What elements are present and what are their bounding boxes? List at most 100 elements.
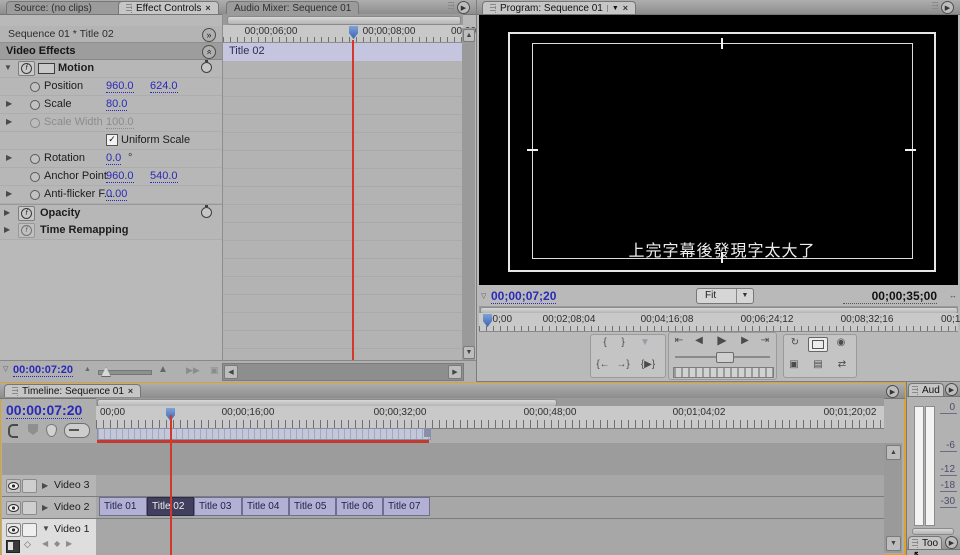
- output-button[interactable]: ◉: [834, 337, 848, 349]
- track-output-toggle[interactable]: [6, 479, 21, 493]
- next-keyframe-icon[interactable]: ▶: [66, 539, 72, 548]
- show-hide-timeline-icon[interactable]: »: [202, 28, 216, 42]
- ec-vscrollbar[interactable]: ▲ ▼: [462, 28, 475, 360]
- clip-title-07[interactable]: Title 07: [383, 497, 430, 516]
- program-ruler[interactable]: 00;00 00;02;08;04 00;04;16;08 00;06;24;1…: [479, 313, 958, 332]
- jog-disk[interactable]: [673, 367, 774, 378]
- track-content-video2[interactable]: Title 01 Title 02 Title 03 Title 04 Titl…: [96, 497, 884, 519]
- twirl-closed-icon[interactable]: ▶: [4, 225, 10, 234]
- play-button[interactable]: ▶: [714, 334, 730, 346]
- set-out-button[interactable]: }: [617, 337, 629, 349]
- track-content-video3[interactable]: [96, 475, 884, 497]
- bbox-handle-top[interactable]: [721, 38, 723, 49]
- bbox-handle-right[interactable]: [905, 149, 916, 151]
- twirl-closed-icon[interactable]: ▶: [6, 189, 12, 198]
- zoom-in-icon[interactable]: ▲: [158, 364, 168, 375]
- track-lock-toggle[interactable]: [22, 479, 37, 493]
- toggle-animation-icon[interactable]: [30, 172, 40, 182]
- track-display-toggle[interactable]: [64, 423, 90, 438]
- param-value[interactable]: 80.0: [106, 98, 127, 111]
- tab-tools[interactable]: Too: [908, 536, 942, 549]
- scroll-right-icon[interactable]: ▶: [448, 365, 462, 379]
- video-effects-header[interactable]: Video Effects »: [0, 43, 222, 60]
- close-icon[interactable]: ×: [128, 386, 133, 396]
- param-value[interactable]: 0.0: [106, 152, 121, 165]
- program-current-timecode[interactable]: 00;00;07;20: [491, 289, 556, 304]
- timeline-playhead-line[interactable]: [170, 415, 172, 555]
- show-keyframes-icon[interactable]: ◇: [24, 539, 31, 550]
- panel-menu-icon[interactable]: ▶: [945, 536, 958, 549]
- prev-keyframe-icon[interactable]: ◀: [42, 539, 48, 548]
- clip-bounding-box[interactable]: [532, 43, 913, 259]
- play-from-in-button[interactable]: {←: [595, 359, 611, 371]
- clip-title-05[interactable]: Title 05: [289, 497, 336, 516]
- zoom-slider-thumb[interactable]: [101, 367, 111, 377]
- program-video-area[interactable]: 上完字幕後發現字太大了: [479, 15, 958, 285]
- goto-out-button[interactable]: ⇥: [757, 335, 773, 347]
- clip-title-03[interactable]: Title 03: [194, 497, 242, 516]
- track-twirl-icon[interactable]: ▶: [42, 481, 48, 490]
- safe-margins-button[interactable]: [808, 337, 828, 352]
- panel-menu-icon[interactable]: ▶: [886, 385, 899, 398]
- work-area-bar[interactable]: [97, 428, 431, 440]
- tab-source[interactable]: Source: (no clips): [6, 1, 128, 14]
- selection-tool-icon[interactable]: ↖: [913, 549, 922, 555]
- scroll-up-icon[interactable]: ▲: [886, 445, 901, 460]
- twirl-closed-icon[interactable]: ▶: [6, 153, 12, 162]
- scroll-left-icon[interactable]: ◀: [224, 365, 238, 379]
- play-in-to-out-button[interactable]: {▶}: [637, 359, 659, 371]
- collapse-section-icon[interactable]: »: [202, 45, 216, 59]
- ec-current-timecode[interactable]: 00:00:07:20: [13, 364, 73, 377]
- param-value[interactable]: 960.0: [106, 170, 134, 183]
- effect-row-opacity[interactable]: ▶ f Opacity: [0, 204, 222, 223]
- lift-button[interactable]: ▣: [786, 359, 802, 371]
- toggle-animation-icon[interactable]: [30, 154, 40, 164]
- tab-timeline[interactable]: Timeline: Sequence 01 ×: [4, 384, 141, 397]
- sound-toggle-icon[interactable]: ▣: [210, 365, 219, 376]
- shuttle-thumb[interactable]: [716, 352, 734, 363]
- set-marker-button[interactable]: ▼: [639, 337, 651, 349]
- program-zoombar[interactable]: [479, 306, 958, 313]
- twirl-closed-icon[interactable]: ▶: [4, 208, 10, 217]
- work-area-end-handle[interactable]: [424, 429, 430, 437]
- step-forward-button[interactable]: ▶: [737, 335, 753, 347]
- twirl-open-icon[interactable]: ▼: [4, 63, 12, 72]
- ec-hscrollbar[interactable]: ◀ ▶: [222, 363, 464, 381]
- track-twirl-icon[interactable]: ▶: [42, 503, 48, 512]
- timeline-vscrollbar[interactable]: ▲ ▼: [884, 443, 902, 553]
- step-back-button[interactable]: ◀: [691, 335, 707, 347]
- set-in-button[interactable]: {: [599, 337, 611, 349]
- effect-row-motion[interactable]: ▼ f Motion: [0, 60, 222, 78]
- stopwatch-icon[interactable]: [201, 207, 212, 218]
- ec-timeline-ruler[interactable]: 00;00;06;00 00;00;08;00 00;00;: [223, 25, 463, 43]
- twirl-closed-icon[interactable]: ▶: [6, 99, 12, 108]
- zoom-out-icon[interactable]: ▲: [84, 366, 91, 373]
- set-display-style-icon[interactable]: [6, 540, 20, 553]
- panel-menu-icon[interactable]: ▶: [945, 383, 958, 396]
- clip-title-06[interactable]: Title 06: [336, 497, 383, 516]
- panel-menu-icon[interactable]: ▶: [941, 1, 954, 14]
- timeline-ruler[interactable]: 00;00 00;00;16;00 00;00;32;00 00;00;48;0…: [96, 406, 884, 429]
- panel-menu-icon[interactable]: ▶: [457, 1, 470, 14]
- bbox-handle-left[interactable]: [527, 149, 538, 151]
- meters-divider-thumb[interactable]: [912, 528, 954, 535]
- close-icon[interactable]: ×: [205, 3, 210, 13]
- stopwatch-icon[interactable]: [201, 62, 212, 73]
- uniform-scale-checkbox[interactable]: ✓: [106, 134, 118, 146]
- toggle-animation-icon[interactable]: [30, 190, 40, 200]
- tab-program[interactable]: Program: Sequence 01 ▼ ×: [482, 1, 636, 14]
- play-effect-icon[interactable]: ▶▶: [186, 365, 200, 376]
- track-lock-toggle[interactable]: [22, 523, 37, 537]
- fx-bypass-button[interactable]: f: [18, 61, 35, 76]
- ec-timeline-zoombar[interactable]: [223, 14, 463, 25]
- track-content-video1[interactable]: [96, 519, 884, 555]
- snap-icon[interactable]: [8, 424, 18, 438]
- timeline-current-timecode[interactable]: 00:00:07:20: [6, 402, 82, 419]
- scroll-down-icon[interactable]: ▼: [886, 536, 901, 551]
- fx-bypass-button[interactable]: f: [18, 206, 35, 221]
- track-output-toggle[interactable]: [6, 501, 21, 515]
- param-value[interactable]: 0.00: [106, 188, 127, 201]
- tab-effect-controls[interactable]: Effect Controls ×: [118, 1, 219, 14]
- ec-zoombar-thumb[interactable]: [227, 16, 461, 25]
- scroll-up-icon[interactable]: ▲: [463, 29, 475, 42]
